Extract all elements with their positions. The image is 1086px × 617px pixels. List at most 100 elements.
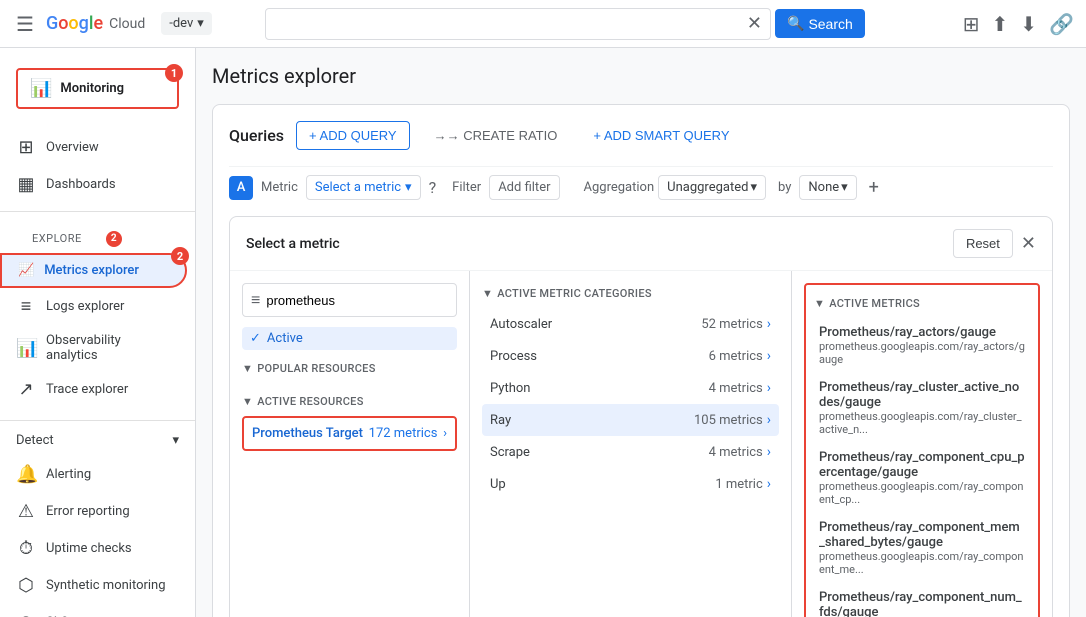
page-title: Metrics explorer	[212, 64, 1070, 88]
collapse-icon-2: ▼	[242, 395, 253, 408]
search-bar-inner: ✕	[265, 8, 771, 40]
sidebar-item-label: Logs explorer	[46, 299, 124, 314]
metric-search-icon: ≡	[251, 290, 260, 310]
sidebar-item-synthetic[interactable]: ⬡ Synthetic monitoring	[0, 567, 187, 604]
category-name: Process	[490, 349, 537, 364]
link-icon[interactable]: 🔗	[1049, 12, 1074, 36]
metric-select[interactable]: Select a metric	[306, 175, 421, 200]
trace-icon: ↗	[16, 379, 36, 400]
metric-search-wrapper: ≡	[242, 283, 457, 317]
layout: 📊 Monitoring 1 ⊞ Overview ▦ Dashboards E…	[0, 48, 1086, 617]
categories-collapse-icon: ▼	[482, 287, 493, 300]
metric-search-input[interactable]	[266, 293, 448, 308]
sidebar-item-error-reporting[interactable]: ⚠ Error reporting	[0, 493, 187, 530]
query-label-a: A	[229, 176, 253, 200]
clear-search-icon[interactable]: ✕	[747, 13, 762, 34]
sidebar-item-metrics-explorer[interactable]: 📈 Metrics explorer 2	[0, 253, 187, 288]
project-name: -dev	[169, 16, 193, 31]
sidebar-item-label: Uptime checks	[46, 541, 132, 556]
slos-icon: ◎	[16, 612, 36, 617]
queries-header: Queries + ADD QUERY →→ CREATE RATIO + AD…	[229, 121, 1053, 150]
create-ratio-label: →→ CREATE RATIO	[434, 128, 558, 143]
category-count: 1 metric ›	[715, 476, 771, 492]
overview-icon: ⊞	[16, 137, 36, 158]
category-count: 4 metrics ›	[709, 444, 771, 460]
active-filter-toggle[interactable]: ✓ Active	[242, 327, 457, 350]
sidebar-item-label: Observability analytics	[46, 333, 171, 363]
sidebar-item-observability[interactable]: 📊 Observability analytics	[0, 325, 187, 371]
sidebar-item-label: Error reporting	[46, 504, 130, 519]
sidebar-item-trace[interactable]: ↗ Trace explorer	[0, 371, 187, 408]
category-name: Scrape	[490, 445, 530, 460]
metrics-list: Prometheus/ray_actors/gauge prometheus.go…	[814, 318, 1030, 617]
aggregation-chevron	[750, 180, 757, 195]
none-select[interactable]: None	[799, 175, 856, 200]
metric-item-name: Prometheus/ray_component_cpu_percentage/…	[819, 450, 1025, 480]
sidebar-item-label: Alerting	[46, 467, 91, 482]
collapse-icon: ▼	[242, 362, 253, 375]
search-input[interactable]	[274, 16, 747, 32]
metrics-panel-border: ▼ ACTIVE METRICS Prometheus/ray_actors/g…	[804, 283, 1040, 617]
sidebar-item-dashboards[interactable]: ▦ Dashboards	[0, 166, 187, 203]
category-name: Python	[490, 381, 530, 396]
category-count: 6 metrics ›	[709, 348, 771, 364]
sidebar-monitoring-header[interactable]: 📊 Monitoring 1	[16, 68, 179, 109]
project-selector[interactable]: -dev	[161, 12, 212, 35]
metric-item-path: prometheus.googleapis.com/ray_cluster_ac…	[819, 410, 1025, 436]
topbar-right: ⊞ ⬆ ⬇ 🔗	[963, 12, 1074, 36]
close-button[interactable]: ✕	[1021, 229, 1036, 258]
sidebar-item-label: Synthetic monitoring	[46, 578, 166, 593]
none-chevron	[841, 180, 848, 195]
help-icon[interactable]: ?	[429, 178, 437, 197]
by-label: by	[778, 180, 791, 195]
add-query-button[interactable]: + ADD QUERY	[296, 121, 410, 150]
add-filter-button[interactable]: Add filter	[489, 175, 559, 200]
add-smart-query-button[interactable]: + ADD SMART QUERY	[581, 122, 741, 149]
search-bar: ✕ 🔍 Search	[265, 8, 865, 40]
select-metric-panel: Select a metric Reset ✕ ≡ ✓	[229, 216, 1053, 617]
download-icon[interactable]: ⬇	[1020, 12, 1037, 36]
detect-section-header[interactable]: Detect	[0, 425, 195, 456]
queries-container: Queries + ADD QUERY →→ CREATE RATIO + AD…	[212, 104, 1070, 617]
category-item[interactable]: Scrape 4 metrics ›	[482, 436, 779, 468]
add-group-by-button[interactable]: +	[869, 177, 879, 198]
metric-item-name: Prometheus/ray_cluster_active_nodes/gaug…	[819, 380, 1025, 410]
grid-icon[interactable]: ⊞	[963, 12, 980, 36]
select-metric-header: Select a metric Reset ✕	[230, 217, 1052, 271]
aggregation-select[interactable]: Unaggregated	[658, 175, 766, 200]
sidebar-item-alerting[interactable]: 🔔 Alerting	[0, 456, 187, 493]
category-item[interactable]: Up1 metric ›	[482, 468, 779, 500]
category-name: Autoscaler	[490, 317, 552, 332]
metric-item-name: Prometheus/ray_actors/gauge	[819, 325, 1025, 340]
reset-button[interactable]: Reset	[953, 229, 1013, 258]
sidebar-item-logs[interactable]: ≡ Logs explorer	[0, 288, 187, 325]
categories-header: ▼ ACTIVE METRIC CATEGORIES	[482, 283, 779, 308]
metric-item[interactable]: Prometheus/ray_component_num_fds/gaugepr…	[814, 583, 1030, 617]
metrics-explorer-badge: 2	[171, 247, 189, 265]
select-metric-body: ≡ ✓ Active ▼ POPULAR RESOURCES	[230, 271, 1052, 617]
prometheus-target-resource[interactable]: Prometheus Target 172 metrics ›	[242, 416, 457, 451]
category-item[interactable]: Ray105 metrics ›	[482, 404, 779, 436]
topbar-logo: Google Cloud	[46, 13, 145, 34]
metric-item[interactable]: Prometheus/ray_cluster_active_nodes/gaug…	[814, 373, 1030, 443]
sidebar-item-slos[interactable]: ◎ SLOs	[0, 604, 187, 617]
search-button[interactable]: 🔍 Search	[775, 9, 865, 38]
menu-icon[interactable]: ☰	[12, 8, 38, 40]
sidebar-item-uptime[interactable]: ⏱ Uptime checks	[0, 530, 187, 567]
resource-name: Prometheus Target	[252, 426, 363, 441]
sidebar-item-overview[interactable]: ⊞ Overview	[0, 129, 187, 166]
metric-item[interactable]: Prometheus/ray_component_mem_shared_byte…	[814, 513, 1030, 583]
sidebar-item-label: Dashboards	[46, 177, 116, 192]
create-ratio-button[interactable]: →→ CREATE RATIO	[422, 122, 570, 149]
metric-item[interactable]: Prometheus/ray_component_cpu_percentage/…	[814, 443, 1030, 513]
detect-chevron-icon	[172, 433, 179, 448]
query-row-a: A Metric Select a metric ? Filter Add fi…	[229, 166, 1053, 208]
category-item[interactable]: Process 6 metrics ›	[482, 340, 779, 372]
metric-item[interactable]: Prometheus/ray_actors/gaugeprometheus.go…	[814, 318, 1030, 373]
cloud-upload-icon[interactable]: ⬆	[992, 12, 1009, 36]
category-item[interactable]: Autoscaler52 metrics ›	[482, 308, 779, 340]
search-icon: 🔍	[787, 15, 804, 32]
sidebar-item-label: Trace explorer	[46, 382, 128, 397]
category-item[interactable]: Python4 metrics ›	[482, 372, 779, 404]
metric-search-panel: ≡ ✓ Active ▼ POPULAR RESOURCES	[230, 271, 470, 617]
